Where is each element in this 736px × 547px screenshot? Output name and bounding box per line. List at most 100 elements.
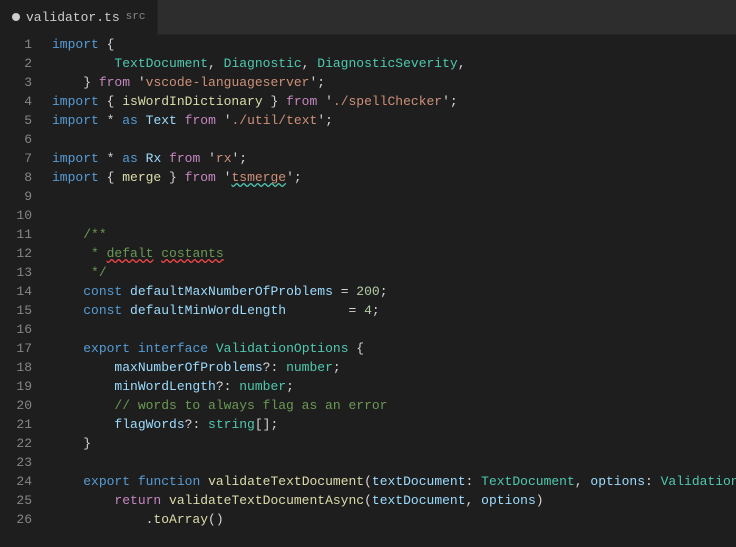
code-line: export interface ValidationOptions {: [52, 339, 736, 358]
token: from: [169, 149, 200, 168]
token: options: [481, 491, 536, 510]
token: ,: [208, 54, 224, 73]
line-number: 26: [0, 510, 32, 529]
token: [177, 111, 185, 130]
token: ;: [333, 358, 341, 377]
line-numbers: 1234567891011121314151617181920212223242…: [0, 35, 42, 547]
token: .: [52, 510, 153, 529]
token: */: [83, 263, 106, 282]
token: return: [114, 491, 161, 510]
token: ,: [302, 54, 318, 73]
token: :: [645, 472, 661, 491]
token: Text: [146, 111, 177, 130]
tab-filename: validator.ts: [26, 10, 120, 25]
token: import: [52, 149, 99, 168]
token: [52, 396, 114, 415]
token: (: [364, 491, 372, 510]
token: function: [138, 472, 200, 491]
token: export: [83, 472, 130, 491]
token: ';: [317, 111, 333, 130]
line-number: 3: [0, 73, 32, 92]
token: import: [52, 111, 99, 130]
token: [52, 491, 114, 510]
code-line: */: [52, 263, 736, 282]
code-line: import { merge } from 'tsmerge';: [52, 168, 736, 187]
token: /**: [83, 225, 106, 244]
token: Rx: [146, 149, 162, 168]
token: [122, 301, 130, 320]
code-line: import * as Rx from 'rx';: [52, 149, 736, 168]
token: *: [83, 244, 106, 263]
code-line: const defaultMinWordLength = 4;: [52, 301, 736, 320]
line-number: 19: [0, 377, 32, 396]
token: toArray: [153, 510, 208, 529]
token: ': [317, 92, 333, 111]
token: ?:: [216, 377, 239, 396]
code-line: [52, 206, 736, 225]
token: validateTextDocument: [208, 472, 364, 491]
line-number: 9: [0, 187, 32, 206]
code-line: [52, 320, 736, 339]
code-line: maxNumberOfProblems?: number;: [52, 358, 736, 377]
token: [208, 339, 216, 358]
token: string: [208, 415, 255, 434]
token: ,: [575, 472, 591, 491]
token: [52, 377, 114, 396]
token: from: [185, 111, 216, 130]
token: (): [208, 510, 224, 529]
token: number: [286, 358, 333, 377]
token: import: [52, 35, 99, 54]
token: {: [99, 92, 122, 111]
token: flagWords: [114, 415, 184, 434]
line-number: 15: [0, 301, 32, 320]
token: ): [536, 491, 544, 510]
token: ./spellChecker: [333, 92, 442, 111]
token: ': [216, 111, 232, 130]
line-number: 22: [0, 434, 32, 453]
token: }: [52, 434, 91, 453]
token: ValidationOpti: [661, 472, 736, 491]
line-number: 11: [0, 225, 32, 244]
token: merge: [122, 168, 161, 187]
token: {: [349, 339, 365, 358]
line-number: 25: [0, 491, 32, 510]
line-number: 6: [0, 130, 32, 149]
line-number: 1: [0, 35, 32, 54]
token: }: [263, 92, 286, 111]
token: ';: [286, 168, 302, 187]
code-line: /**: [52, 225, 736, 244]
code-line: return validateTextDocumentAsync(textDoc…: [52, 491, 736, 510]
token: ': [200, 149, 216, 168]
token: ': [130, 73, 146, 92]
line-number: 16: [0, 320, 32, 339]
line-number: 13: [0, 263, 32, 282]
token: as: [122, 111, 138, 130]
token: defaultMaxNumberOfProblems: [130, 282, 333, 301]
code-line: flagWords?: string[];: [52, 415, 736, 434]
token: :: [466, 472, 482, 491]
token: minWordLength: [114, 377, 215, 396]
token: maxNumberOfProblems: [114, 358, 262, 377]
token: ;: [372, 301, 380, 320]
token: options: [590, 472, 645, 491]
token: TextDocument: [481, 472, 575, 491]
token: [161, 491, 169, 510]
token: [52, 301, 83, 320]
token: textDocument: [372, 491, 466, 510]
line-number: 12: [0, 244, 32, 263]
token: validateTextDocumentAsync: [169, 491, 364, 510]
token: Diagnostic: [224, 54, 302, 73]
token: import: [52, 92, 99, 111]
token: from: [99, 73, 130, 92]
token: [52, 244, 83, 263]
line-number: 5: [0, 111, 32, 130]
code-area[interactable]: import { TextDocument, Diagnostic, Diagn…: [42, 35, 736, 547]
token: defalt: [107, 244, 154, 263]
file-tab[interactable]: validator.ts src: [0, 0, 158, 35]
token: 200: [356, 282, 379, 301]
token: [130, 472, 138, 491]
token: isWordInDictionary: [122, 92, 262, 111]
line-number: 20: [0, 396, 32, 415]
token: ';: [442, 92, 458, 111]
token: [52, 54, 114, 73]
